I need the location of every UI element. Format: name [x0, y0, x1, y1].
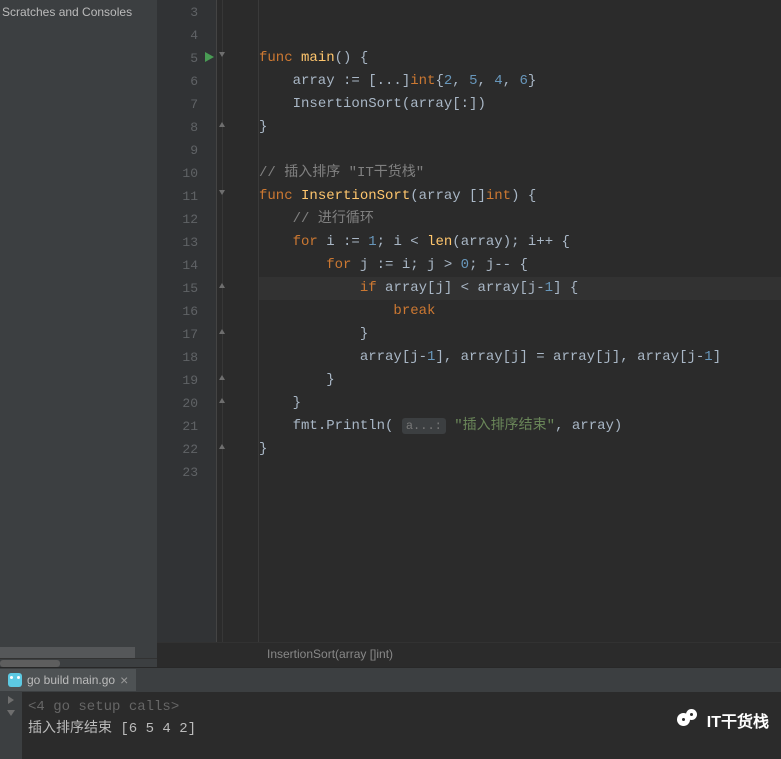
- fold-icon[interactable]: [217, 119, 227, 129]
- fold-icon[interactable]: [217, 372, 227, 382]
- line-num[interactable]: 13: [182, 235, 216, 250]
- breadcrumb[interactable]: InsertionSort(array []int): [157, 642, 781, 667]
- gutter: 3 4 5 6 7 8 9 10 11 12 13 14 15 16 17 18…: [157, 0, 217, 642]
- line-num[interactable]: 4: [190, 28, 216, 43]
- line-num[interactable]: 11: [182, 189, 216, 204]
- line-num[interactable]: 17: [182, 327, 216, 342]
- gopher-icon: [8, 673, 22, 687]
- line-num[interactable]: 12: [182, 212, 216, 227]
- fold-icon[interactable]: [217, 280, 227, 290]
- line-num[interactable]: 6: [190, 74, 216, 89]
- run-gutter-icon[interactable]: [205, 52, 214, 62]
- fold-icon[interactable]: [217, 326, 227, 336]
- line-num[interactable]: 9: [190, 143, 216, 158]
- wechat-icon: [677, 709, 701, 731]
- setup-line: <4 go setup calls>: [28, 696, 775, 718]
- line-num[interactable]: 3: [190, 5, 216, 20]
- line-num[interactable]: 14: [182, 258, 216, 273]
- line-num[interactable]: 16: [182, 304, 216, 319]
- scrollbar-horizontal[interactable]: [0, 658, 157, 667]
- scratches-label[interactable]: Scratches and Consoles: [0, 0, 157, 24]
- code-area[interactable]: func main() { array := [...]int{2, 5, 4,…: [259, 0, 781, 642]
- close-icon[interactable]: ×: [120, 672, 128, 688]
- line-num[interactable]: 23: [182, 465, 216, 480]
- collapse-icon[interactable]: [7, 710, 15, 716]
- fold-strip: [217, 0, 259, 642]
- watermark-text: IT干货栈: [707, 708, 769, 732]
- sidebar: Scratches and Consoles: [0, 0, 157, 667]
- editor: 3 4 5 6 7 8 9 10 11 12 13 14 15 16 17 18…: [157, 0, 781, 642]
- line-num[interactable]: 18: [182, 350, 216, 365]
- output-line: 插入排序结束 [6 5 4 2]: [28, 718, 775, 740]
- fold-icon[interactable]: [217, 395, 227, 405]
- line-num[interactable]: 21: [182, 419, 216, 434]
- fold-icon[interactable]: [217, 188, 227, 198]
- run-tab[interactable]: go build main.go ×: [0, 669, 136, 691]
- line-num[interactable]: 10: [182, 166, 216, 181]
- line-num[interactable]: 8: [190, 120, 216, 135]
- line-num[interactable]: 15: [182, 281, 216, 296]
- line-num[interactable]: 19: [182, 373, 216, 388]
- run-tab-label: go build main.go: [27, 673, 115, 687]
- fold-icon[interactable]: [217, 50, 227, 60]
- console-gutter: [0, 692, 22, 759]
- expand-icon[interactable]: [8, 696, 14, 704]
- scrollbar-thumb[interactable]: [0, 660, 60, 667]
- line-num[interactable]: 22: [182, 442, 216, 457]
- console: <4 go setup calls> 插入排序结束 [6 5 4 2]: [0, 692, 781, 759]
- run-tab-bar: go build main.go ×: [0, 667, 781, 692]
- line-num[interactable]: 20: [182, 396, 216, 411]
- fold-icon[interactable]: [217, 441, 227, 451]
- console-output[interactable]: <4 go setup calls> 插入排序结束 [6 5 4 2]: [22, 692, 781, 759]
- watermark: IT干货栈: [677, 708, 769, 732]
- line-num[interactable]: 7: [190, 97, 216, 112]
